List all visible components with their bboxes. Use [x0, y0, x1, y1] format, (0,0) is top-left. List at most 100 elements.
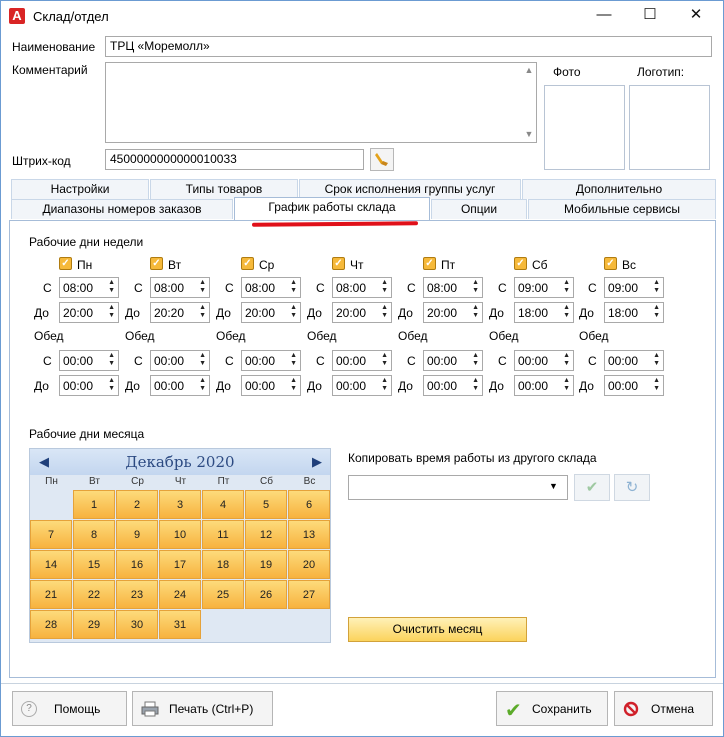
cancel-button[interactable]: Отмена	[614, 691, 713, 726]
lunch-to-time[interactable]: 00:00 ▲ ▼	[332, 375, 392, 396]
tab-options[interactable]: Опции	[431, 199, 527, 219]
lunch-to-time[interactable]: 00:00 ▲ ▼	[241, 375, 301, 396]
apply-copy-button[interactable]: ✔	[574, 474, 610, 501]
day-checkbox-7[interactable]: ✓	[604, 257, 617, 270]
spin-arrows-icon[interactable]: ▲ ▼	[472, 377, 479, 393]
lunch-to-time[interactable]: 00:00 ▲ ▼	[604, 375, 664, 396]
calendar-day[interactable]: 21	[30, 580, 72, 609]
work-to-time[interactable]: 20:00 ▲ ▼	[59, 302, 119, 323]
lunch-to-time[interactable]: 00:00 ▲ ▼	[59, 375, 119, 396]
help-button[interactable]: ? Помощь	[12, 691, 127, 726]
calendar-day[interactable]: 15	[73, 550, 115, 579]
day-checkbox-6[interactable]: ✓	[514, 257, 527, 270]
work-from-time[interactable]: 08:00 ▲ ▼	[59, 277, 119, 298]
calendar-day[interactable]: 19	[245, 550, 287, 579]
calendar-day[interactable]: 9	[116, 520, 158, 549]
maximize-button[interactable]: ☐	[627, 1, 673, 31]
scroll-down-icon[interactable]: ▼	[522, 129, 536, 139]
logo-box[interactable]	[629, 85, 710, 170]
spin-arrows-icon[interactable]: ▲ ▼	[563, 279, 570, 295]
spin-arrows-icon[interactable]: ▲ ▼	[381, 279, 388, 295]
spin-arrows-icon[interactable]: ▲ ▼	[108, 279, 115, 295]
day-checkbox-2[interactable]: ✓	[150, 257, 163, 270]
refresh-button[interactable]: ↻	[614, 474, 650, 501]
work-to-time[interactable]: 20:20 ▲ ▼	[150, 302, 210, 323]
close-button[interactable]: ✕	[673, 1, 719, 31]
tab-product-types[interactable]: Типы товаров	[150, 179, 298, 199]
spin-arrows-icon[interactable]: ▲ ▼	[653, 352, 660, 368]
day-checkbox-5[interactable]: ✓	[423, 257, 436, 270]
spin-arrows-icon[interactable]: ▲ ▼	[563, 352, 570, 368]
save-button[interactable]: ✔ Сохранить	[496, 691, 608, 726]
tab-mobile-services[interactable]: Мобильные сервисы	[528, 199, 716, 219]
calendar-day[interactable]: 10	[159, 520, 201, 549]
lunch-from-time[interactable]: 00:00 ▲ ▼	[604, 350, 664, 371]
spin-arrows-icon[interactable]: ▲ ▼	[290, 279, 297, 295]
spin-arrows-icon[interactable]: ▲ ▼	[290, 304, 297, 320]
calendar-day[interactable]: 18	[202, 550, 244, 579]
spin-arrows-icon[interactable]: ▲ ▼	[199, 304, 206, 320]
comment-textarea[interactable]	[105, 62, 537, 143]
scroll-up-icon[interactable]: ▲	[522, 65, 536, 75]
tab-order-ranges[interactable]: Диапазоны номеров заказов	[11, 199, 233, 219]
spin-arrows-icon[interactable]: ▲ ▼	[108, 352, 115, 368]
calendar-day[interactable]: 12	[245, 520, 287, 549]
print-button[interactable]: Печать (Ctrl+P)	[132, 691, 273, 726]
calendar-day[interactable]: 3	[159, 490, 201, 519]
calendar-day[interactable]: 25	[202, 580, 244, 609]
calendar-day[interactable]: 13	[288, 520, 330, 549]
lunch-to-time[interactable]: 00:00 ▲ ▼	[514, 375, 574, 396]
day-checkbox-1[interactable]: ✓	[59, 257, 72, 270]
lunch-from-time[interactable]: 00:00 ▲ ▼	[59, 350, 119, 371]
dropdown-arrow-icon[interactable]: ▼	[549, 481, 558, 491]
calendar-day[interactable]: 11	[202, 520, 244, 549]
lunch-from-time[interactable]: 00:00 ▲ ▼	[332, 350, 392, 371]
calendar-day[interactable]: 28	[30, 610, 72, 639]
calendar-day[interactable]: 8	[73, 520, 115, 549]
calendar-day[interactable]: 26	[245, 580, 287, 609]
work-from-time[interactable]: 09:00 ▲ ▼	[514, 277, 574, 298]
spin-arrows-icon[interactable]: ▲ ▼	[108, 304, 115, 320]
spin-arrows-icon[interactable]: ▲ ▼	[199, 352, 206, 368]
spin-arrows-icon[interactable]: ▲ ▼	[381, 304, 388, 320]
calendar-day[interactable]: 4	[202, 490, 244, 519]
name-input[interactable]: ТРЦ «Моремолл»	[105, 36, 712, 57]
lunch-from-time[interactable]: 00:00 ▲ ▼	[241, 350, 301, 371]
spin-arrows-icon[interactable]: ▲ ▼	[108, 377, 115, 393]
generate-barcode-button[interactable]	[370, 148, 394, 171]
calendar-day[interactable]: 22	[73, 580, 115, 609]
next-month-icon[interactable]: ▶	[312, 454, 322, 470]
work-to-time[interactable]: 20:00 ▲ ▼	[241, 302, 301, 323]
tab-additional[interactable]: Дополнительно	[522, 179, 716, 199]
work-to-time[interactable]: 18:00 ▲ ▼	[514, 302, 574, 323]
tab-settings[interactable]: Настройки	[11, 179, 149, 199]
calendar-day[interactable]: 1	[73, 490, 115, 519]
work-from-time[interactable]: 08:00 ▲ ▼	[241, 277, 301, 298]
calendar-day[interactable]: 27	[288, 580, 330, 609]
spin-arrows-icon[interactable]: ▲ ▼	[472, 279, 479, 295]
spin-arrows-icon[interactable]: ▲ ▼	[472, 304, 479, 320]
tab-work-schedule[interactable]: График работы склада	[234, 197, 430, 220]
spin-arrows-icon[interactable]: ▲ ▼	[199, 279, 206, 295]
lunch-from-time[interactable]: 00:00 ▲ ▼	[423, 350, 483, 371]
calendar-day[interactable]: 6	[288, 490, 330, 519]
spin-arrows-icon[interactable]: ▲ ▼	[199, 377, 206, 393]
calendar-day[interactable]: 20	[288, 550, 330, 579]
work-to-time[interactable]: 20:00 ▲ ▼	[423, 302, 483, 323]
barcode-input[interactable]: 4500000000000010033	[105, 149, 364, 170]
spin-arrows-icon[interactable]: ▲ ▼	[653, 377, 660, 393]
day-checkbox-4[interactable]: ✓	[332, 257, 345, 270]
work-from-time[interactable]: 08:00 ▲ ▼	[423, 277, 483, 298]
warehouse-select[interactable]	[348, 475, 568, 500]
calendar-day[interactable]: 24	[159, 580, 201, 609]
calendar-day[interactable]: 2	[116, 490, 158, 519]
calendar-day[interactable]: 30	[116, 610, 158, 639]
spin-arrows-icon[interactable]: ▲ ▼	[563, 304, 570, 320]
calendar-day[interactable]: 7	[30, 520, 72, 549]
lunch-from-time[interactable]: 00:00 ▲ ▼	[150, 350, 210, 371]
calendar-day[interactable]: 23	[116, 580, 158, 609]
lunch-to-time[interactable]: 00:00 ▲ ▼	[423, 375, 483, 396]
photo-box[interactable]	[544, 85, 625, 170]
calendar-day[interactable]: 31	[159, 610, 201, 639]
calendar-day[interactable]: 29	[73, 610, 115, 639]
